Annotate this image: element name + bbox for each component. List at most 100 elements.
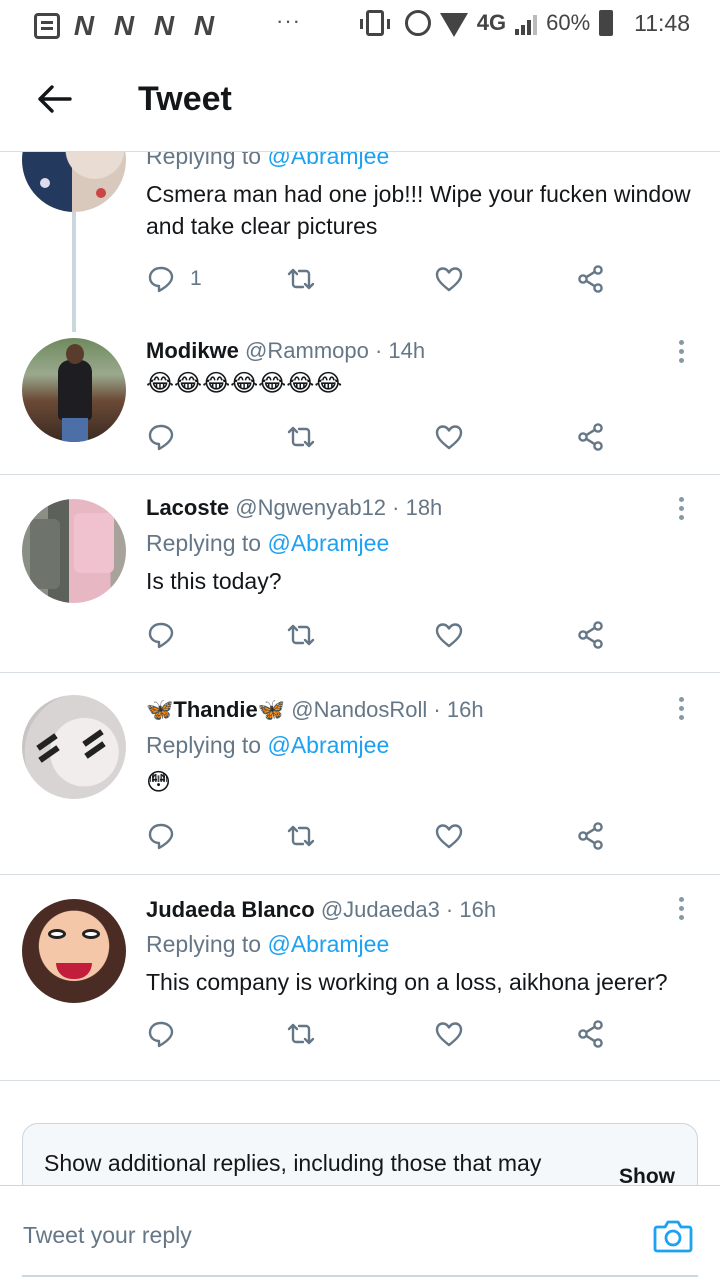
avatar[interactable] <box>22 899 126 1003</box>
author-name[interactable]: Lacoste <box>146 495 229 520</box>
author-line: Lacoste @Ngwenyab12 · 18h <box>146 495 442 521</box>
retweet-icon <box>287 1023 315 1045</box>
replying-to-line: Replying to @Abramjee <box>146 530 390 556</box>
carrier-n-icon: N <box>73 10 95 41</box>
like-button[interactable] <box>434 1017 464 1051</box>
camera-icon[interactable] <box>652 1216 694 1256</box>
avatar[interactable] <box>22 338 126 442</box>
share-icon <box>578 1020 603 1048</box>
retweet-button[interactable] <box>286 262 316 296</box>
tweet-actions <box>146 618 616 652</box>
reply-icon <box>148 622 174 649</box>
reply-input-underline <box>22 1275 698 1277</box>
share-icon <box>578 265 603 293</box>
author-name[interactable]: Judaeda Blanco <box>146 897 315 922</box>
avatar[interactable] <box>22 152 126 212</box>
retweet-icon <box>287 426 315 448</box>
retweet-icon <box>287 624 315 646</box>
wifi-icon <box>439 13 468 37</box>
like-button[interactable] <box>434 262 464 296</box>
more-options-icon[interactable] <box>676 340 686 366</box>
share-button[interactable] <box>576 1017 606 1051</box>
author-line: Judaeda Blanco @Judaeda3 · 16h <box>146 897 496 923</box>
tweet-actions: 1 <box>146 262 616 296</box>
signal-icon <box>515 11 538 35</box>
reply-tweet[interactable]: Replying to @Abramjee Csmera man had one… <box>0 152 720 332</box>
system-icons: 4G 60% 11:48 <box>359 9 690 37</box>
author-line: 🦋Thandie🦋 @NandosRoll · 16h <box>146 697 484 723</box>
share-icon <box>578 822 603 850</box>
like-button[interactable] <box>434 420 464 454</box>
replying-to-line: Replying to @Abramjee <box>146 931 390 957</box>
tweet-actions <box>146 1017 616 1051</box>
heart-icon <box>435 623 463 648</box>
reply-button[interactable] <box>146 819 176 853</box>
status-bar: N N N N ··· 4G 60% 11:48 <box>0 0 720 48</box>
retweet-button[interactable] <box>286 420 316 454</box>
more-options-icon[interactable] <box>676 897 686 923</box>
more-options-icon[interactable] <box>676 697 686 723</box>
more-notifications-icon: ··· <box>276 8 301 33</box>
share-button[interactable] <box>576 819 606 853</box>
reply-input[interactable]: Tweet your reply <box>23 1222 192 1249</box>
page-title: Tweet <box>138 80 232 118</box>
author-name[interactable]: 🦋Thandie🦋 <box>146 697 285 722</box>
share-button[interactable] <box>576 262 606 296</box>
reply-tweet[interactable]: 🦋Thandie🦋 @NandosRoll · 16h Replying to … <box>0 673 720 875</box>
mention-link[interactable]: @Abramjee <box>267 152 389 169</box>
more-options-icon[interactable] <box>676 497 686 523</box>
reply-icon <box>148 1021 174 1048</box>
avatar[interactable] <box>22 695 126 799</box>
show-additional-replies-text: Show additional replies, including those… <box>44 1150 542 1176</box>
carrier-n-icon: N <box>193 10 215 41</box>
author-handle: @Judaeda3 · 16h <box>320 897 497 922</box>
tweet-text: Csmera man had one job!!! Wipe your fuck… <box>146 181 691 239</box>
tweet-actions <box>146 420 616 454</box>
battery-percent: 60% <box>546 10 591 35</box>
notification-icons: N N N N <box>34 10 220 42</box>
tweet-text: Is this today? <box>146 568 282 594</box>
mention-link[interactable]: @Abramjee <box>267 931 389 957</box>
author-handle: @Ngwenyab12 · 18h <box>235 495 443 520</box>
reply-button[interactable] <box>146 1017 176 1051</box>
thread-connector <box>72 212 76 332</box>
avatar[interactable] <box>22 499 126 603</box>
retweet-icon <box>287 825 315 847</box>
reply-tweet[interactable]: Judaeda Blanco @Judaeda3 · 16h Replying … <box>0 875 720 1081</box>
author-name[interactable]: Modikwe <box>146 338 239 363</box>
carrier-n-icon: N <box>153 10 175 41</box>
reply-tweet[interactable]: Modikwe @Rammopo · 14h 😂😂😂😂😂😂😂 <box>0 332 720 475</box>
reply-button[interactable]: 1 <box>146 262 202 296</box>
carrier-n-icon: N <box>113 10 135 41</box>
retweet-button[interactable] <box>286 1017 316 1051</box>
mention-link[interactable]: @Abramjee <box>267 530 389 556</box>
share-icon <box>578 621 603 649</box>
like-button[interactable] <box>434 618 464 652</box>
tweet-text: This company is working on a loss, aikho… <box>146 969 668 995</box>
reply-icon <box>148 424 174 451</box>
retweet-icon <box>287 268 315 290</box>
retweet-button[interactable] <box>286 618 316 652</box>
alarm-icon <box>404 10 431 36</box>
tweet-text: 😂😂😂😂😂😂😂 <box>146 370 343 397</box>
heart-icon <box>435 824 463 849</box>
document-notification-icon <box>34 13 60 39</box>
tweet-actions <box>146 819 616 853</box>
share-button[interactable] <box>576 420 606 454</box>
reply-count: 1 <box>190 267 202 290</box>
mention-link[interactable]: @Abramjee <box>267 732 389 758</box>
reply-composer: Tweet your reply <box>0 1185 720 1281</box>
back-arrow-icon[interactable] <box>36 84 72 114</box>
author-handle: @NandosRoll · 16h <box>291 697 484 722</box>
retweet-button[interactable] <box>286 819 316 853</box>
top-app-bar: Tweet <box>0 48 720 152</box>
reply-tweet[interactable]: Lacoste @Ngwenyab12 · 18h Replying to @A… <box>0 475 720 673</box>
reply-icon <box>148 266 174 293</box>
reply-button[interactable] <box>146 618 176 652</box>
heart-icon <box>435 267 463 292</box>
reply-button[interactable] <box>146 420 176 454</box>
like-button[interactable] <box>434 819 464 853</box>
share-button[interactable] <box>576 618 606 652</box>
tweet-text: 😳 <box>146 769 172 796</box>
heart-icon <box>435 1022 463 1047</box>
